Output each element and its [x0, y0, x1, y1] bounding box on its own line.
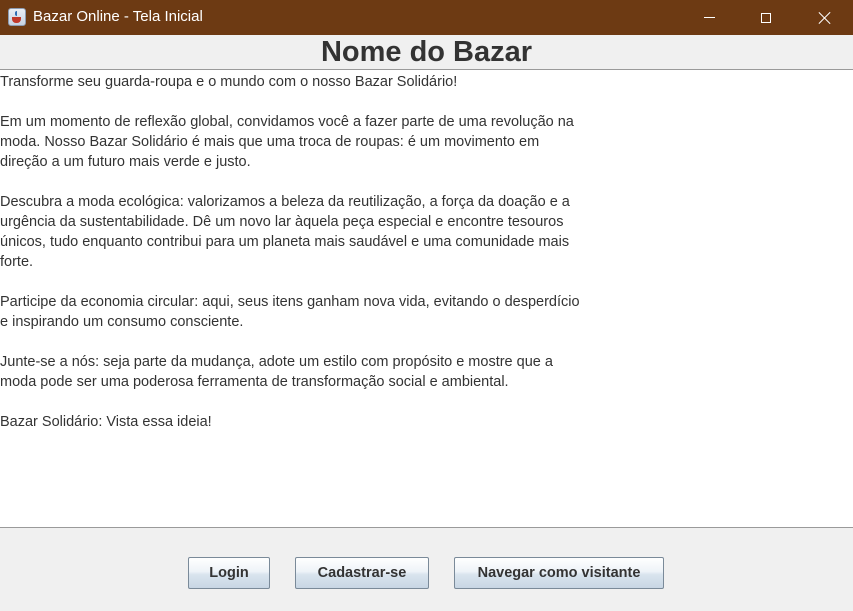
guest-browse-button[interactable]: Navegar como visitante: [454, 557, 664, 589]
title-bar: Bazar Online - Tela Inicial: [0, 0, 853, 35]
signup-button[interactable]: Cadastrar-se: [295, 557, 429, 589]
login-button[interactable]: Login: [188, 557, 270, 589]
minimize-icon: [703, 17, 715, 18]
close-icon: [818, 11, 832, 25]
page-title: Nome do Bazar: [320, 36, 533, 68]
window-title: Bazar Online - Tela Inicial: [33, 8, 203, 25]
maximize-button[interactable]: [743, 0, 789, 35]
minimize-button[interactable]: [686, 0, 732, 35]
content-panel[interactable]: Transforme seu guarda-roupa e o mundo co…: [0, 70, 853, 528]
description-text: Transforme seu guarda-roupa e o mundo co…: [0, 74, 580, 430]
maximize-icon: [761, 12, 771, 23]
close-button[interactable]: [802, 0, 848, 35]
header-panel: Nome do Bazar: [0, 35, 853, 70]
java-cup-icon: [8, 8, 26, 26]
button-panel: Login Cadastrar-se Navegar como visitant…: [0, 528, 853, 611]
